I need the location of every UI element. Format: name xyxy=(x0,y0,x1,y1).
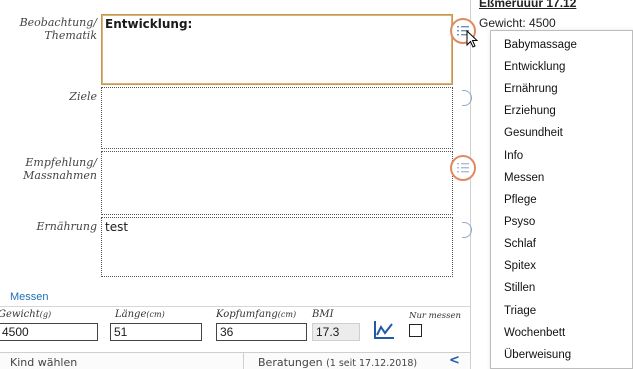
empfehlung-field[interactable] xyxy=(101,151,453,215)
laenge-label-text: Länge xyxy=(115,309,147,320)
growth-chart-icon[interactable] xyxy=(372,319,396,341)
ernaehrung-field[interactable]: test xyxy=(101,217,453,277)
laenge-label: Länge(cm) xyxy=(115,309,165,320)
ernaehrung-label: Ernährung xyxy=(36,220,97,233)
list-icon xyxy=(457,163,469,173)
thematik-dropdown-menu: Babymassage Entwicklung Ernährung Erzieh… xyxy=(490,30,633,369)
beobachtung-text: Entwicklung: xyxy=(105,17,193,31)
bottom-divider xyxy=(243,352,244,369)
dropdown-item-erziehung[interactable]: Erziehung xyxy=(504,101,556,121)
messen-divider xyxy=(0,306,470,307)
empfehlung-list-button[interactable] xyxy=(450,155,476,181)
gewicht-label: Gewicht(g) xyxy=(0,309,51,320)
dropdown-item-schlaf[interactable]: Schlaf xyxy=(504,234,536,254)
right-panel-gewicht: Gewicht: 4500 xyxy=(479,16,556,30)
beobachtung-field[interactable]: Entwicklung: xyxy=(101,14,453,85)
gewicht-unit: (g) xyxy=(39,310,52,319)
kind-waehlen-link[interactable]: Kind wählen xyxy=(10,356,77,369)
dropdown-item-wochenbett[interactable]: Wochenbett xyxy=(504,323,565,343)
nur-messen-label: Nur messen xyxy=(409,311,461,321)
messen-section-title: Messen xyxy=(10,291,49,303)
empfehlung-label: Empfehlung/ Massnahmen xyxy=(23,156,97,182)
bmi-value: 17.3 xyxy=(312,323,360,341)
dropdown-item-stillen[interactable]: Stillen xyxy=(504,278,535,298)
gewicht-label-text: Gewicht xyxy=(0,309,40,320)
dropdown-item-ueberweisung[interactable]: Überweisung xyxy=(504,345,571,365)
kopfumfang-unit: (cm) xyxy=(277,310,297,319)
dropdown-item-entwicklung[interactable]: Entwicklung xyxy=(504,57,565,77)
dropdown-item-messen[interactable]: Messen xyxy=(504,168,544,188)
beratungen-info: (1 seit 17.12.2018) xyxy=(326,358,418,369)
beobachtung-label-line2: Thematik xyxy=(44,29,97,42)
ziele-label: Ziele xyxy=(69,90,97,103)
gewicht-input[interactable]: 4500 xyxy=(0,323,98,341)
prev-arrow-button[interactable]: < xyxy=(449,353,460,368)
right-panel-header: Eßmeruuur 17.12 xyxy=(479,0,577,10)
dropdown-item-spitex[interactable]: Spitex xyxy=(504,256,536,276)
dropdown-item-gesundheit[interactable]: Gesundheit xyxy=(504,123,563,143)
bmi-label: BMI xyxy=(312,309,334,320)
laenge-input[interactable]: 51 xyxy=(110,323,202,341)
dropdown-item-ernaehrung[interactable]: Ernährung xyxy=(504,79,558,99)
kopfumfang-input[interactable]: 36 xyxy=(216,323,307,341)
kopfumfang-label-text: Kopfumfang xyxy=(216,309,278,320)
dropdown-item-psyso[interactable]: Psyso xyxy=(504,212,535,232)
ziele-field[interactable] xyxy=(101,87,453,149)
dropdown-item-triage[interactable]: Triage xyxy=(504,301,536,321)
nur-messen-checkbox[interactable] xyxy=(409,324,422,337)
empfehlung-label-line2: Massnahmen xyxy=(23,169,97,182)
dropdown-item-info[interactable]: Info xyxy=(504,146,523,166)
beobachtung-label: Beobachtung/ Thematik xyxy=(20,16,97,42)
mouse-cursor-icon xyxy=(466,30,479,48)
kopfumfang-label: Kopfumfang(cm) xyxy=(216,309,296,320)
beratungen-text: Beratungen xyxy=(258,356,323,369)
beobachtung-label-line1: Beobachtung/ xyxy=(19,16,97,29)
empfehlung-label-line1: Empfehlung/ xyxy=(25,156,97,169)
beratungen-label: Beratungen (1 seit 17.12.2018) xyxy=(258,356,417,369)
laenge-unit: (cm) xyxy=(146,310,165,319)
dropdown-item-pflege[interactable]: Pflege xyxy=(504,190,537,210)
dropdown-item-babymassage[interactable]: Babymassage xyxy=(504,35,577,55)
